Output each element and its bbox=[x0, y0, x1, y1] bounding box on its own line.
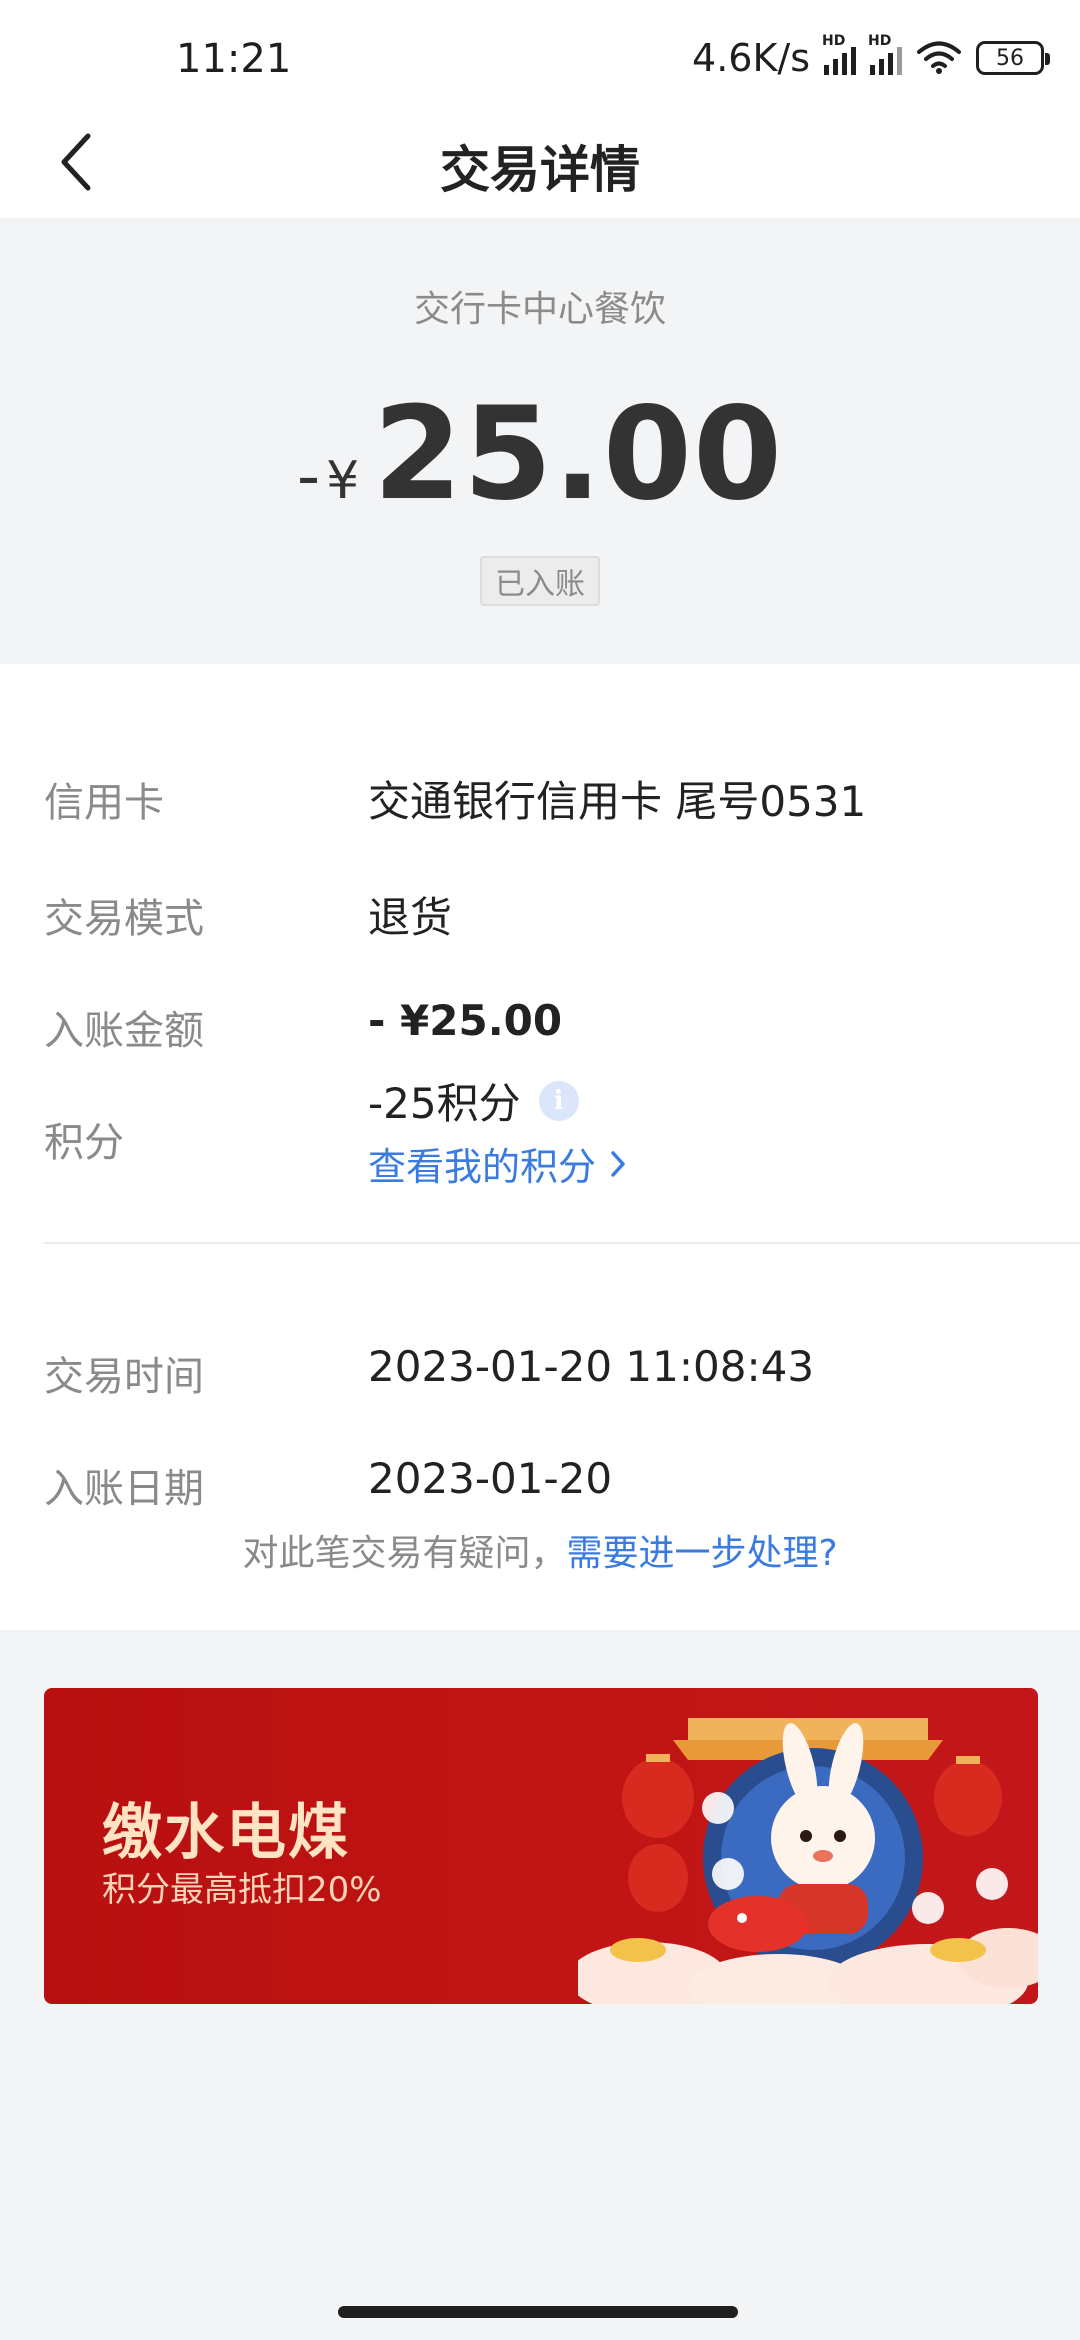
points-value: -25积分 bbox=[368, 1079, 521, 1128]
battery-icon: 56 bbox=[976, 41, 1050, 75]
transaction-summary: 交行卡中心餐饮 - ¥ 25.00 已入账 bbox=[0, 218, 1080, 664]
status-badge: 已入账 bbox=[480, 556, 600, 606]
signal-icon-2: HD bbox=[868, 33, 902, 75]
time-value: 2023-01-20 11:08:43 bbox=[368, 1342, 815, 1391]
detail-card: 信用卡 交通银行信用卡 尾号0531 交易模式 退货 入账金额 - ¥25.00… bbox=[0, 664, 1080, 1630]
promo-subtitle: 积分最高抵扣20% bbox=[102, 1870, 382, 1910]
amount-display: - ¥ 25.00 bbox=[0, 380, 1080, 529]
rabbit-illustration bbox=[578, 1718, 1038, 2004]
info-icon[interactable]: i bbox=[538, 1080, 579, 1121]
hd-label: HD bbox=[822, 33, 846, 49]
hd-label-2: HD bbox=[868, 33, 892, 49]
posted-amount-value: - ¥25.00 bbox=[368, 996, 563, 1045]
card-label: 信用卡 bbox=[44, 780, 164, 826]
page-title: 交易详情 bbox=[440, 141, 640, 199]
posted-amount-label: 入账金额 bbox=[44, 1008, 204, 1054]
card-value: 交通银行信用卡 尾号0531 bbox=[368, 777, 867, 826]
view-points-link[interactable]: 查看我的积分 bbox=[368, 1136, 626, 1191]
wifi-icon bbox=[917, 41, 961, 74]
status-icons: 4.6K/s HD HD 56 bbox=[692, 33, 1050, 82]
signal-icon: HD bbox=[822, 33, 856, 75]
merchant-name: 交行卡中心餐饮 bbox=[413, 289, 666, 330]
status-bar: 11:21 4.6K/s HD HD 56 bbox=[0, 0, 1080, 110]
time-label: 交易时间 bbox=[44, 1354, 204, 1400]
status-time: 11:21 bbox=[176, 36, 292, 82]
promo-title: 缴水电煤 bbox=[102, 1798, 350, 1868]
dispute-prompt: 对此笔交易有疑问，需要进一步处理? bbox=[0, 1524, 1080, 1576]
points-label: 积分 bbox=[44, 1120, 124, 1166]
promo-banner[interactable]: 缴水电煤 积分最高抵扣20% bbox=[44, 1688, 1038, 2004]
currency-symbol: ¥ bbox=[326, 451, 360, 511]
mode-label: 交易模式 bbox=[44, 896, 204, 942]
date-label: 入账日期 bbox=[44, 1466, 204, 1512]
view-points-label: 查看我的积分 bbox=[368, 1145, 597, 1189]
mode-value: 退货 bbox=[368, 893, 453, 942]
chevron-right-icon bbox=[611, 1150, 625, 1177]
points-value-row: -25积分 i bbox=[368, 1070, 579, 1131]
nav-header: 交易详情 bbox=[0, 110, 1080, 218]
date-value: 2023-01-20 bbox=[368, 1454, 613, 1503]
dispute-text: 对此笔交易有疑问， bbox=[242, 1533, 567, 1574]
network-speed: 4.6K/s bbox=[692, 36, 810, 80]
dispute-link[interactable]: 需要进一步处理? bbox=[566, 1533, 837, 1574]
amount-sign: - bbox=[296, 440, 321, 514]
divider bbox=[44, 1242, 1080, 1244]
amount-value: 25.00 bbox=[373, 380, 784, 529]
home-indicator[interactable] bbox=[338, 2306, 738, 2318]
